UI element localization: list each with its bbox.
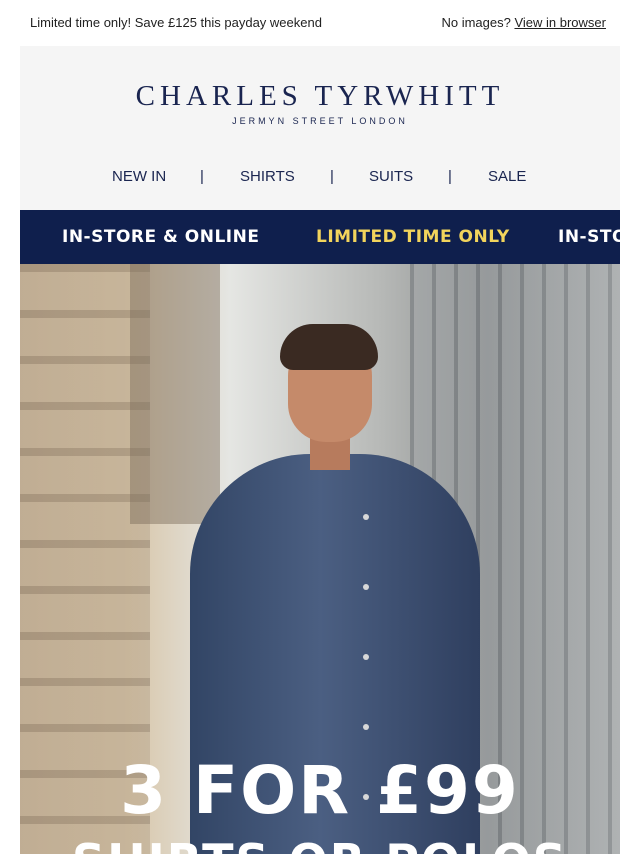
preheader-bar: Limited time only! Save £125 this payday… [0,0,640,44]
nav-item-sale[interactable]: SALE [488,168,526,185]
main-nav: NEW IN | SHIRTS | SUITS | SALE [20,168,620,188]
no-images-text: No images? [441,15,511,30]
view-in-browser-group: No images? View in browser [441,15,606,30]
brand-logo[interactable]: CHARLES TYRWHITT [20,80,620,113]
promo-text: Limited time only! Save £125 this payday… [30,15,322,30]
model-hair [280,324,378,370]
ticker-message: IN-STO [558,227,620,247]
nav-separator: | [448,168,452,185]
offer-subheadline: SHIRTS OR POLOS [20,834,620,854]
view-in-browser-link[interactable]: View in browser [514,15,606,30]
nav-item-new-in[interactable]: NEW IN [112,168,166,185]
promo-ticker-banner[interactable]: IN-STORE & ONLINE LIMITED TIME ONLY IN-S… [20,210,620,264]
nav-item-suits[interactable]: SUITS [369,168,413,185]
brand-tagline: JERMYN STREET LONDON [232,116,408,126]
nav-item-shirts[interactable]: SHIRTS [240,168,295,185]
nav-separator: | [330,168,334,185]
ticker-message-highlight: LIMITED TIME ONLY [316,227,510,247]
ticker-message: IN-STORE & ONLINE [62,227,260,247]
hero-image[interactable]: 3 FOR £99 SHIRTS OR POLOS [20,264,620,854]
nav-separator: | [200,168,204,185]
email-header: CHARLES TYRWHITT JERMYN STREET LONDON NE… [20,46,620,210]
offer-headline: 3 FOR £99 [120,752,520,829]
